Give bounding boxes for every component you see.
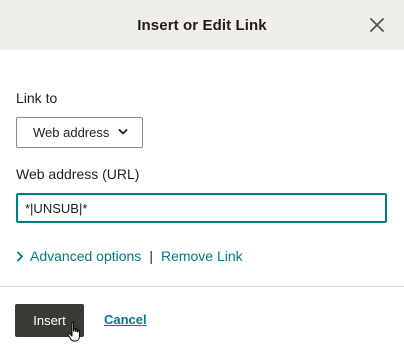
advanced-options-link[interactable]: Advanced options — [16, 248, 141, 264]
footer-divider — [0, 286, 404, 287]
dialog-header: Insert or Edit Link — [0, 0, 404, 50]
link-to-label: Link to — [16, 90, 58, 106]
cancel-button[interactable]: Cancel — [104, 312, 147, 327]
chevron-down-icon — [118, 129, 128, 135]
close-button[interactable] — [368, 16, 386, 34]
dialog-title: Insert or Edit Link — [137, 16, 267, 34]
advanced-options-label: Advanced options — [30, 248, 142, 264]
link-type-select[interactable]: Web address — [16, 117, 143, 148]
link-separator: | — [149, 248, 153, 264]
hand-pointer-icon — [67, 321, 80, 342]
url-input[interactable] — [16, 193, 387, 223]
remove-link-button[interactable]: Remove Link — [161, 248, 243, 264]
link-type-value: Web address — [33, 125, 110, 140]
chevron-right-icon — [17, 251, 23, 261]
options-row: Advanced options | Remove Link — [16, 248, 243, 264]
close-icon — [370, 18, 384, 32]
url-label: Web address (URL) — [16, 166, 140, 182]
